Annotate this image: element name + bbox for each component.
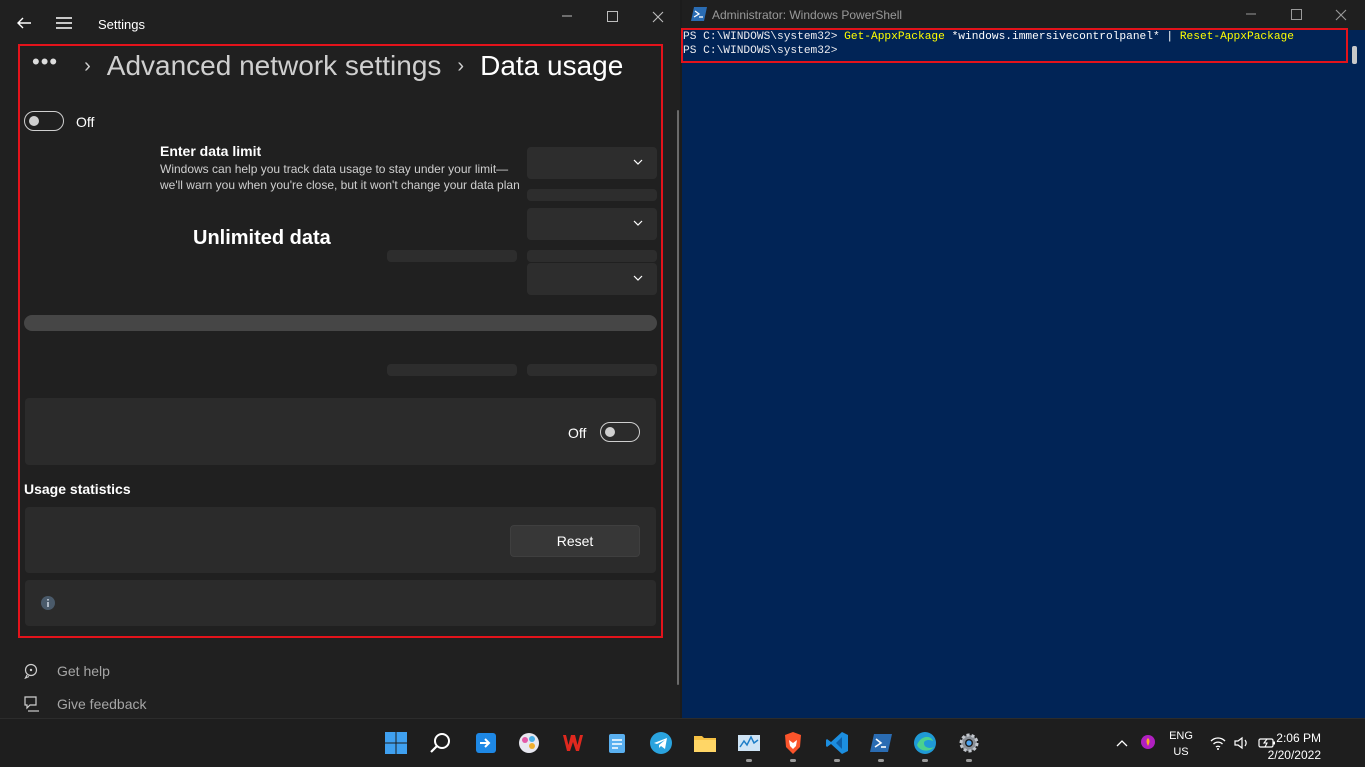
running-indicator bbox=[834, 759, 840, 762]
chevron-down-icon bbox=[633, 220, 643, 226]
chevron-down-icon bbox=[633, 159, 643, 165]
powershell-taskbar-icon[interactable] bbox=[869, 731, 893, 755]
system-clock[interactable]: 2:06 PM 2/20/2022 bbox=[1268, 730, 1321, 764]
get-help-link[interactable]: Get help bbox=[24, 660, 110, 682]
placeholder-bar bbox=[527, 250, 657, 262]
usage-statistics-heading: Usage statistics bbox=[24, 481, 131, 497]
close-icon[interactable] bbox=[1327, 6, 1355, 24]
running-indicator bbox=[790, 759, 796, 762]
data-limit-title: Enter data limit bbox=[160, 143, 262, 159]
placeholder-bar bbox=[387, 250, 517, 262]
info-card bbox=[25, 580, 656, 626]
maximize-icon[interactable] bbox=[1282, 6, 1310, 24]
toggle-knob bbox=[29, 116, 39, 126]
network-select-dropdown[interactable] bbox=[527, 147, 657, 179]
placeholder-bar bbox=[527, 189, 657, 201]
settings-scrollbar[interactable] bbox=[677, 110, 679, 685]
data-usage-progress-bar bbox=[24, 315, 657, 331]
tray-app-icon[interactable] bbox=[1140, 734, 1156, 750]
taskbar: ENG US 2:06 PM 2/20/2022 bbox=[0, 718, 1365, 767]
breadcrumb-overflow-button[interactable]: ••• bbox=[32, 51, 58, 73]
breadcrumb-parent-link[interactable]: Advanced network settings bbox=[107, 50, 442, 82]
minimize-icon[interactable] bbox=[553, 8, 581, 26]
edge-browser-icon[interactable] bbox=[913, 731, 937, 755]
input-language[interactable]: ENG bbox=[1166, 730, 1196, 742]
data-limit-toggle[interactable] bbox=[24, 111, 64, 131]
help-chat-icon bbox=[24, 663, 38, 679]
running-indicator bbox=[966, 759, 972, 762]
settings-window: Settings ••• › Advanced network settings… bbox=[0, 0, 680, 718]
hamburger-menu-icon[interactable] bbox=[55, 14, 73, 32]
input-region[interactable]: US bbox=[1166, 746, 1196, 758]
settings-titlebar: Settings bbox=[0, 0, 680, 46]
annotation-highlight-command bbox=[681, 28, 1348, 63]
toggle-knob bbox=[605, 427, 615, 437]
wifi-icon[interactable] bbox=[1210, 736, 1226, 750]
close-icon[interactable] bbox=[644, 8, 672, 26]
volume-icon[interactable] bbox=[1234, 736, 1250, 750]
minimize-icon[interactable] bbox=[1237, 6, 1265, 24]
info-icon bbox=[41, 596, 55, 610]
background-data-card: Off bbox=[25, 398, 656, 465]
vscode-icon[interactable] bbox=[825, 731, 849, 755]
breadcrumb: ••• › Advanced network settings › Data u… bbox=[32, 48, 623, 84]
notepad-icon[interactable] bbox=[605, 731, 629, 755]
maximize-icon[interactable] bbox=[598, 8, 626, 26]
feedback-icon bbox=[24, 696, 39, 712]
wps-office-icon[interactable] bbox=[561, 731, 585, 755]
settings-gear-icon[interactable] bbox=[957, 731, 981, 755]
chevron-up-icon[interactable] bbox=[1116, 738, 1128, 748]
background-data-toggle[interactable] bbox=[600, 422, 640, 442]
clock-date: 2/20/2022 bbox=[1267, 748, 1321, 762]
powershell-scrollbar[interactable] bbox=[1352, 46, 1357, 64]
back-arrow-icon[interactable] bbox=[14, 13, 34, 33]
powershell-title: Administrator: Windows PowerShell bbox=[712, 8, 903, 22]
page-title: Data usage bbox=[480, 50, 624, 81]
reset-date-dropdown[interactable] bbox=[527, 263, 657, 295]
running-indicator bbox=[922, 759, 928, 762]
placeholder-bar bbox=[387, 364, 517, 376]
give-feedback-label: Give feedback bbox=[57, 696, 147, 712]
file-explorer-icon[interactable] bbox=[693, 731, 717, 755]
running-indicator bbox=[878, 759, 884, 762]
powershell-titlebar: Administrator: Windows PowerShell bbox=[682, 0, 1365, 30]
clock-time: 2:06 PM bbox=[1276, 731, 1321, 745]
brave-browser-icon[interactable] bbox=[781, 731, 805, 755]
chevron-right-icon: › bbox=[457, 54, 465, 77]
background-data-toggle-label: Off bbox=[568, 425, 587, 441]
paint-app-icon[interactable] bbox=[517, 731, 541, 755]
chevron-right-icon: › bbox=[84, 54, 91, 77]
chevron-down-icon bbox=[633, 275, 643, 281]
performance-monitor-icon[interactable] bbox=[737, 731, 761, 755]
search-icon[interactable] bbox=[429, 731, 453, 755]
data-limit-toggle-label: Off bbox=[76, 114, 95, 130]
running-indicator bbox=[746, 759, 752, 762]
limit-type-dropdown[interactable] bbox=[527, 208, 657, 240]
reset-button[interactable]: Reset bbox=[510, 525, 640, 557]
telegram-icon[interactable] bbox=[649, 731, 673, 755]
start-windows-icon[interactable] bbox=[384, 731, 408, 755]
data-limit-description: Windows can help you track data usage to… bbox=[160, 162, 520, 192]
powershell-window: Administrator: Windows PowerShell PS C:\… bbox=[682, 0, 1365, 718]
powershell-icon bbox=[691, 7, 707, 21]
placeholder-bar bbox=[527, 364, 657, 376]
give-feedback-link[interactable]: Give feedback bbox=[24, 693, 147, 715]
get-help-label: Get help bbox=[57, 663, 110, 679]
plan-type-label: Unlimited data bbox=[193, 227, 331, 249]
settings-title: Settings bbox=[98, 17, 145, 32]
app-share-icon[interactable] bbox=[474, 731, 498, 755]
